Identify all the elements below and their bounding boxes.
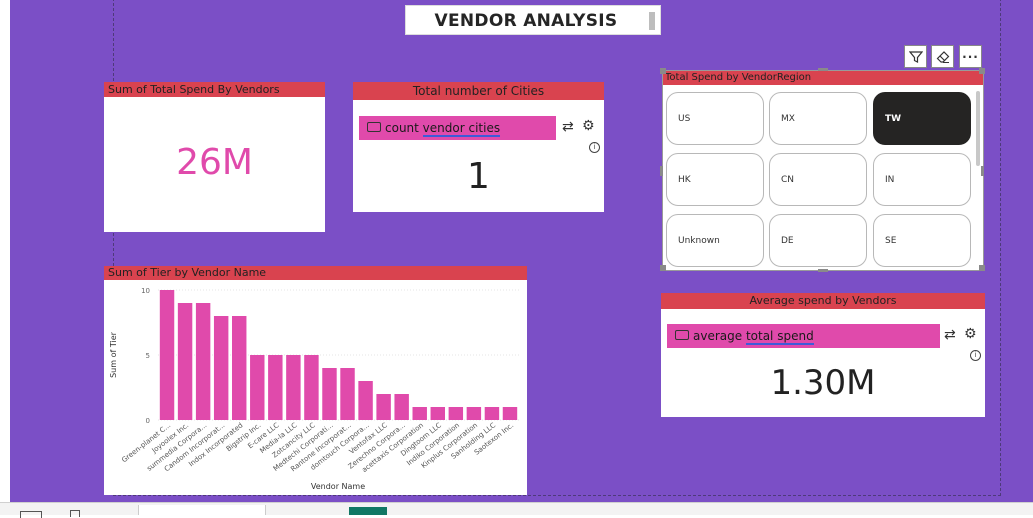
slicer-option-label: Unknown (678, 235, 720, 246)
slicer-option-label: DE (781, 235, 794, 246)
cities-qa-card[interactable]: Total number of Cities count vendor citi… (353, 82, 604, 212)
bar (484, 407, 500, 420)
info-icon[interactable]: i (970, 350, 981, 361)
cities-qa-input[interactable]: count vendor cities (359, 116, 556, 140)
eraser-icon (936, 50, 949, 63)
avg-spend-qa-query: total spend (745, 329, 814, 345)
y-tick-label: 10 (141, 287, 150, 295)
tier-chart-header: Sum of Tier by Vendor Name (104, 266, 527, 280)
bar (394, 394, 409, 420)
bar (376, 394, 391, 420)
bar (466, 407, 482, 420)
turn-into-visual-icon[interactable]: ⇄ (944, 327, 956, 343)
bar (304, 355, 319, 420)
qa-chat-icon (675, 330, 689, 340)
more-options-icon: ··· (962, 49, 979, 64)
slicer-option-label: TW (885, 113, 902, 124)
avg-spend-card-header: Average spend by Vendors (661, 293, 985, 309)
resize-handle[interactable] (979, 265, 985, 271)
avg-spend-qa-card[interactable]: Average spend by Vendors average total s… (661, 293, 985, 417)
page-tabs-bar (0, 502, 1033, 518)
text-cursor (649, 12, 655, 30)
cities-card-header: Total number of Cities (353, 82, 604, 100)
slicer-option-de[interactable]: DE (769, 214, 867, 267)
gear-icon[interactable]: ⚙ (964, 326, 977, 342)
resize-handle[interactable] (818, 269, 828, 272)
bar (430, 407, 445, 420)
cities-qa-prefix: count (385, 121, 423, 135)
y-tick-label: 5 (146, 352, 150, 360)
turn-into-visual-icon[interactable]: ⇄ (562, 119, 574, 135)
total-spend-value: 26M (176, 142, 253, 183)
slicer-option-label: IN (885, 174, 895, 185)
total-spend-card[interactable]: Sum of Total Spend By Vendors 26M (104, 82, 325, 232)
bar (448, 407, 464, 420)
more-options-button[interactable]: ··· (959, 45, 982, 68)
report-title-box[interactable]: VENDOR ANALYSIS (405, 5, 661, 35)
resize-handle[interactable] (660, 166, 663, 176)
slicer-option-label: HK (678, 174, 691, 185)
info-icon[interactable]: i (589, 142, 600, 153)
resize-handle[interactable] (660, 68, 666, 74)
resize-handle[interactable] (818, 68, 828, 71)
qa-chat-icon (367, 122, 381, 132)
vendor-region-slicer[interactable]: Total Spend by VendorRegion US MX TW HK … (660, 68, 985, 272)
slicer-option-se[interactable]: SE (873, 214, 971, 267)
bar (250, 355, 265, 420)
bar (340, 368, 355, 420)
bar (358, 381, 373, 420)
slicer-option-mx[interactable]: MX (769, 92, 867, 145)
bar (502, 407, 518, 420)
slicer-option-label: US (678, 113, 691, 124)
slicer-option-label: MX (781, 113, 795, 124)
bar (177, 303, 193, 420)
slicer-option-cn[interactable]: CN (769, 153, 867, 206)
cities-value: 1 (467, 156, 490, 197)
resize-handle[interactable] (981, 166, 984, 176)
y-tick-label: 0 (146, 417, 150, 425)
bar (232, 316, 247, 420)
gear-icon[interactable]: ⚙ (582, 118, 595, 134)
resize-handle[interactable] (660, 265, 666, 271)
slicer-option-us[interactable]: US (666, 92, 764, 145)
total-spend-card-header: Sum of Total Spend By Vendors (104, 82, 325, 97)
slicer-header: Total Spend by VendorRegion (663, 71, 983, 85)
bar (412, 407, 427, 420)
slicer-option-in[interactable]: IN (873, 153, 971, 206)
bar (268, 355, 283, 420)
slicer-option-label: SE (885, 235, 897, 246)
avg-spend-qa-input[interactable]: average total spend (667, 324, 940, 348)
filter-button[interactable] (904, 45, 927, 68)
slicer-scrollbar[interactable] (976, 91, 980, 166)
clear-selections-button[interactable] (931, 45, 954, 68)
bar (322, 368, 337, 420)
tier-bar-chart: 0510Sum of TierGreen-planet C...Joyoolex… (109, 287, 519, 491)
slicer-option-hk[interactable]: HK (666, 153, 764, 206)
avg-spend-value: 1.30M (770, 363, 876, 403)
bar (159, 290, 175, 420)
page-nav-icon[interactable] (20, 511, 42, 518)
cities-qa-query: vendor cities (422, 121, 501, 137)
tier-chart-card[interactable]: Sum of Tier by Vendor Name 0 5 10 Sum of Ti… (104, 266, 527, 495)
slicer-option-label: CN (781, 174, 795, 185)
slicer-option-tw[interactable]: TW (873, 92, 971, 145)
resize-handle[interactable] (979, 68, 985, 74)
bar (195, 303, 211, 420)
avg-spend-qa-prefix: average (693, 329, 746, 343)
bar (213, 316, 229, 420)
report-title: VENDOR ANALYSIS (434, 11, 618, 31)
y-axis-label: Sum of Tier (109, 331, 118, 378)
slicer-option-unknown[interactable]: Unknown (666, 214, 764, 267)
x-axis-label: Vendor Name (311, 482, 365, 491)
bar (286, 355, 301, 420)
filter-icon (908, 50, 923, 63)
